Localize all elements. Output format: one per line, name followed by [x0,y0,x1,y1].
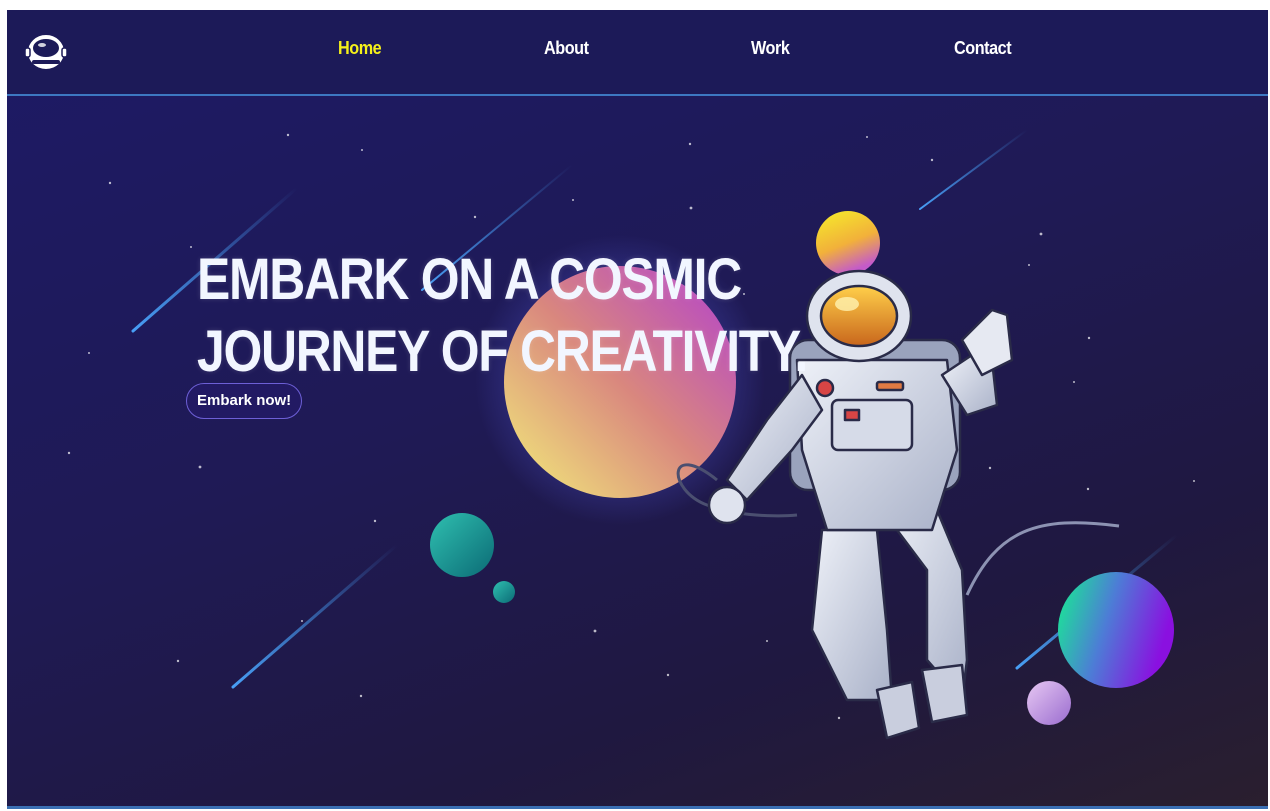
astronaut-helmet-icon[interactable] [23,30,69,74]
hero-title: EMBARK ON A COSMIC JOURNEY OF CREATIVITY… [197,244,808,388]
lavender-planet [1027,681,1071,725]
small-teal-planet [493,581,515,603]
hero-title-line-1: EMBARK ON A COSMIC [197,247,742,312]
bottom-divider [7,806,1268,809]
nav-link-contact[interactable]: Contact [954,38,1012,59]
nav-link-work[interactable]: Work [751,38,790,59]
page-frame: Home About Work Contact EMBARK ON A COSM… [7,10,1268,809]
teal-planet [430,513,494,577]
nav-link-about[interactable]: About [544,38,589,59]
top-navbar: Home About Work Contact [7,10,1268,96]
gradient-planet [1058,572,1174,688]
yellow-planet [816,211,880,275]
hero-title-line-2: JOURNEY OF CREATIVITY. [197,319,808,384]
embark-now-button[interactable]: Embark now! [186,383,303,419]
nav-link-home[interactable]: Home [338,38,382,59]
